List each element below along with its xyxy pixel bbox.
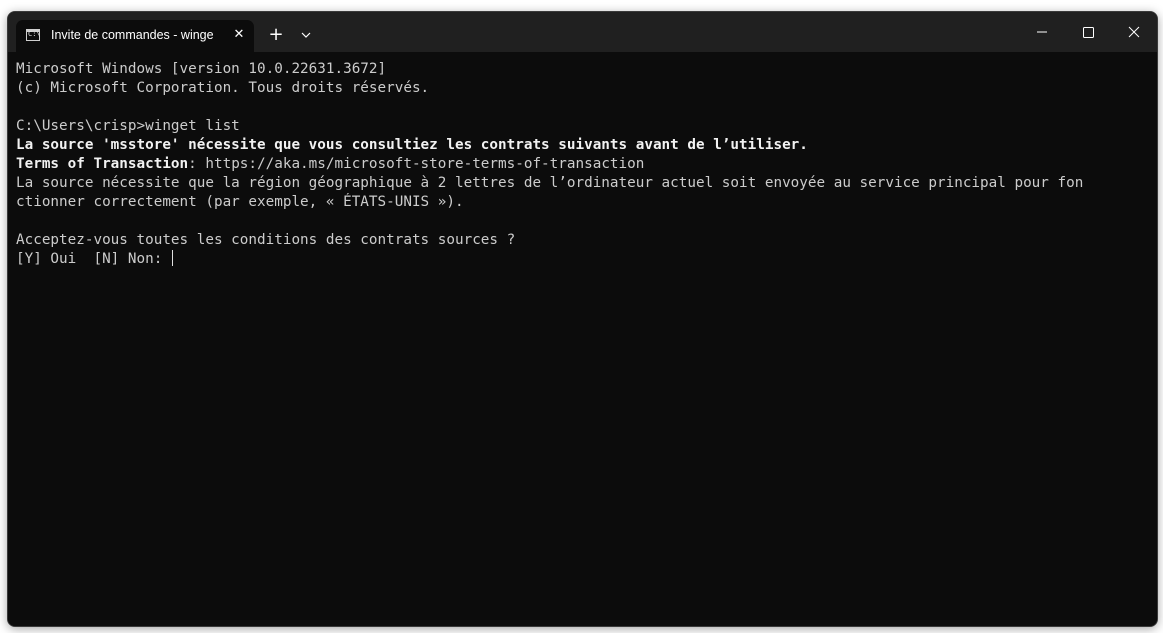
terminal-line-copyright: (c) Microsoft Corporation. Tous droits r…: [16, 80, 430, 96]
close-icon: [1128, 26, 1140, 38]
close-icon[interactable]: ✕: [230, 26, 248, 44]
text-cursor: [171, 250, 173, 266]
maximize-icon: [1083, 27, 1094, 38]
terminal-line-region-notice: La source nécessite que la région géogra…: [16, 175, 1084, 191]
minimize-icon: [1037, 31, 1047, 33]
tab-title: Invite de commandes - winge: [51, 28, 214, 42]
tab-command-prompt[interactable]: C:\ Invite de commandes - winge ✕: [16, 20, 254, 52]
terminal-line-blank-2: [16, 212, 1157, 231]
terminal-line-command: C:\Users\crisp>winget list: [16, 118, 240, 134]
terms-url: : https://aka.ms/microsoft-store-terms-o…: [188, 156, 645, 172]
terminal-line-msstore-notice: La source 'msstore' nécessite que vous c…: [16, 137, 808, 153]
maximize-button[interactable]: [1065, 12, 1111, 52]
minimize-button[interactable]: [1019, 12, 1065, 52]
terms-label: Terms of Transaction: [16, 156, 189, 172]
command-prompt-icon: C:\: [26, 29, 41, 41]
terminal-line-prompt[interactable]: [Y] Oui [N] Non:: [16, 250, 1157, 269]
yes-no-prompt: [Y] Oui [N] Non:: [16, 251, 171, 267]
close-button[interactable]: [1111, 12, 1157, 52]
terminal-line-question: Acceptez-vous toutes les conditions des …: [16, 232, 516, 248]
chevron-down-icon[interactable]: [295, 23, 317, 47]
terminal-line-version: Microsoft Windows [version 10.0.22631.36…: [16, 61, 387, 77]
terminal-line-region-notice-cont: ctionner correctement (par exemple, « ÉT…: [16, 194, 464, 210]
command-prompt-icon-glyph: C:\: [28, 30, 41, 38]
terminal-line-terms: Terms of Transaction: https://aka.ms/mic…: [16, 155, 1157, 174]
plus-icon[interactable]: +: [264, 23, 288, 47]
terminal-window: C:\ Invite de commandes - winge ✕ + Micr…: [7, 11, 1158, 627]
title-bar[interactable]: C:\ Invite de commandes - winge ✕ +: [8, 12, 1157, 52]
terminal-output[interactable]: Microsoft Windows [version 10.0.22631.36…: [8, 52, 1157, 626]
